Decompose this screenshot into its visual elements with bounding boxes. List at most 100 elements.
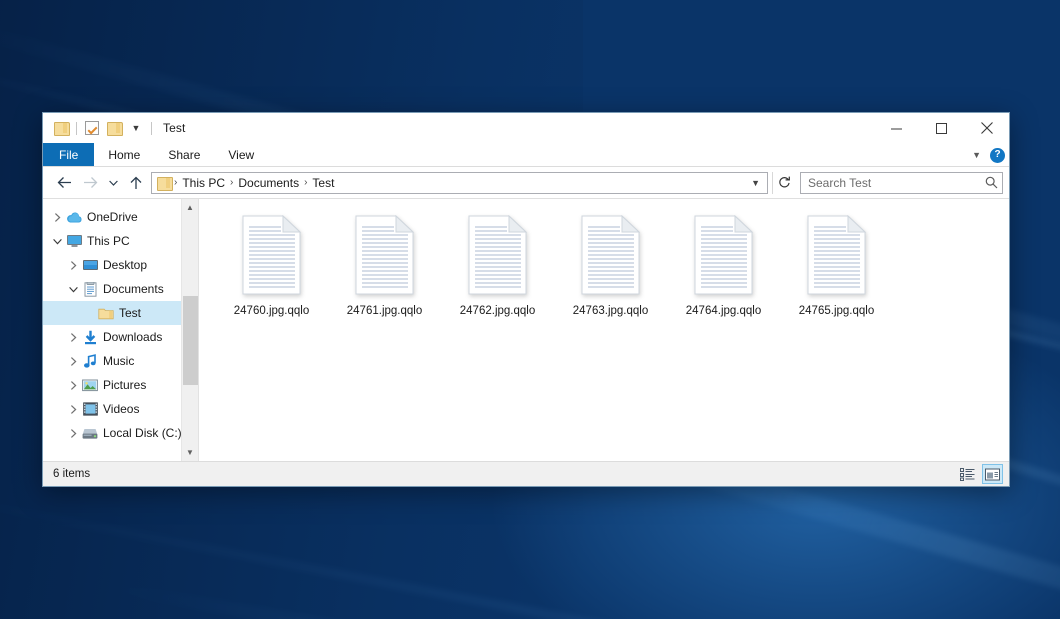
recent-locations-button[interactable]	[103, 170, 123, 196]
generic-file-icon	[467, 215, 529, 295]
sidebar-item-documents[interactable]: Documents	[43, 277, 198, 301]
quick-access-toolbar: ▼	[50, 117, 156, 139]
breadcrumb-item-this-pc[interactable]: This PC	[178, 176, 229, 190]
sidebar-item-this-pc[interactable]: This PC	[43, 229, 198, 253]
chevron-down-icon[interactable]: ▼	[746, 178, 765, 188]
file-name-label: 24760.jpg.qqlo	[234, 305, 309, 317]
tab-share[interactable]: Share	[154, 143, 214, 166]
download-icon	[81, 329, 99, 345]
file-item[interactable]: 24762.jpg.qqlo	[441, 213, 554, 317]
sidebar-item-label: This PC	[87, 234, 130, 248]
sidebar-item-label: Videos	[103, 402, 139, 416]
refresh-button[interactable]	[772, 172, 796, 194]
monitor-icon	[65, 233, 83, 249]
sidebar-item-test[interactable]: Test	[43, 301, 198, 325]
sidebar-item-label: Downloads	[103, 330, 162, 344]
search-box[interactable]: Search Test	[800, 172, 1003, 194]
chevron-down-icon[interactable]: ▼	[972, 150, 981, 160]
file-name-label: 24761.jpg.qqlo	[347, 305, 422, 317]
file-item[interactable]: 24760.jpg.qqlo	[215, 213, 328, 317]
chevron-right-icon[interactable]	[65, 405, 81, 414]
chevron-right-icon[interactable]	[65, 333, 81, 342]
status-bar: 6 items	[43, 461, 1009, 486]
sidebar-scrollbar[interactable]: ▲ ▼	[181, 199, 198, 461]
generic-file-icon	[693, 215, 755, 295]
file-item[interactable]: 24763.jpg.qqlo	[554, 213, 667, 317]
file-item[interactable]: 24761.jpg.qqlo	[328, 213, 441, 317]
sidebar-item-label: Test	[119, 306, 141, 320]
file-list-pane[interactable]: 24760.jpg.qqlo 24761.jpg.qqlo 24762.jpg.qq…	[199, 199, 1009, 461]
item-count-label: 6 items	[53, 468, 90, 480]
tab-home[interactable]: Home	[94, 143, 154, 166]
video-icon	[81, 401, 99, 417]
qat-divider	[151, 122, 152, 135]
chevron-right-icon[interactable]	[65, 429, 81, 438]
breadcrumb[interactable]: › This PC › Documents › Test ▼	[151, 172, 768, 194]
scroll-down-icon[interactable]: ▼	[182, 444, 199, 461]
sidebar-item-pictures[interactable]: Pictures	[43, 373, 198, 397]
sidebar-item-label: Desktop	[103, 258, 147, 272]
sidebar-item-downloads[interactable]: Downloads	[43, 325, 198, 349]
chevron-down-icon[interactable]	[65, 286, 81, 293]
window-title: Test	[163, 121, 185, 135]
scrollbar-thumb[interactable]	[183, 296, 198, 385]
chevron-down-icon[interactable]: ▼	[125, 117, 147, 139]
generic-file-icon	[806, 215, 868, 295]
qat-divider	[76, 122, 77, 135]
folder-icon[interactable]	[50, 117, 72, 139]
cloud-icon	[65, 209, 83, 225]
folder-icon	[97, 305, 115, 321]
forward-button[interactable]	[77, 170, 103, 196]
breadcrumb-item-documents[interactable]: Documents	[234, 176, 303, 190]
folder-icon	[157, 177, 171, 189]
chevron-right-icon[interactable]	[65, 261, 81, 270]
generic-file-icon	[580, 215, 642, 295]
sidebar-item-local-disk-c[interactable]: Local Disk (C:)	[43, 421, 198, 445]
breadcrumb-item-test[interactable]: Test	[308, 176, 338, 190]
file-icon-grid: 24760.jpg.qqlo 24761.jpg.qqlo 24762.jpg.qq…	[199, 199, 1009, 317]
back-button[interactable]	[51, 170, 77, 196]
chevron-right-icon[interactable]	[65, 357, 81, 366]
picture-icon	[81, 377, 99, 393]
tab-file[interactable]: File	[43, 143, 94, 166]
maximize-button[interactable]	[919, 113, 964, 143]
scrollbar-track[interactable]	[182, 216, 199, 444]
ribbon-tab-bar: File Home Share View ▼ ?	[43, 143, 1009, 167]
sidebar-item-label: Documents	[103, 282, 164, 296]
music-icon	[81, 353, 99, 369]
details-view-button[interactable]	[957, 464, 978, 484]
tab-view[interactable]: View	[214, 143, 268, 166]
new-folder-icon[interactable]	[103, 117, 125, 139]
disk-icon	[81, 425, 99, 441]
up-button[interactable]	[123, 170, 149, 196]
sidebar-item-label: Local Disk (C:)	[103, 426, 182, 440]
sidebar-item-videos[interactable]: Videos	[43, 397, 198, 421]
sidebar-item-label: Music	[103, 354, 134, 368]
chevron-down-icon[interactable]	[49, 238, 65, 245]
window-controls	[874, 113, 1009, 143]
search-input[interactable]: Search Test	[808, 176, 985, 190]
search-icon	[985, 176, 998, 189]
large-icons-view-button[interactable]	[982, 464, 1003, 484]
properties-icon[interactable]	[81, 117, 103, 139]
file-name-label: 24765.jpg.qqlo	[799, 305, 874, 317]
file-item[interactable]: 24764.jpg.qqlo	[667, 213, 780, 317]
minimize-button[interactable]	[874, 113, 919, 143]
file-item[interactable]: 24765.jpg.qqlo	[780, 213, 893, 317]
title-bar[interactable]: ▼ Test	[43, 113, 1009, 143]
desktop-icon	[81, 257, 99, 273]
navigation-pane: OneDrive This PC Desktop Documents Test Downl…	[43, 199, 199, 461]
sidebar-item-desktop[interactable]: Desktop	[43, 253, 198, 277]
chevron-right-icon[interactable]	[65, 381, 81, 390]
sidebar-item-music[interactable]: Music	[43, 349, 198, 373]
view-mode-buttons	[957, 464, 1003, 484]
chevron-right-icon[interactable]	[49, 213, 65, 222]
file-name-label: 24764.jpg.qqlo	[686, 305, 761, 317]
help-icon[interactable]: ?	[990, 148, 1005, 163]
close-button[interactable]	[964, 113, 1009, 143]
generic-file-icon	[354, 215, 416, 295]
file-name-label: 24762.jpg.qqlo	[460, 305, 535, 317]
scroll-up-icon[interactable]: ▲	[182, 199, 199, 216]
document-icon	[81, 281, 99, 297]
sidebar-item-onedrive[interactable]: OneDrive	[43, 205, 198, 229]
